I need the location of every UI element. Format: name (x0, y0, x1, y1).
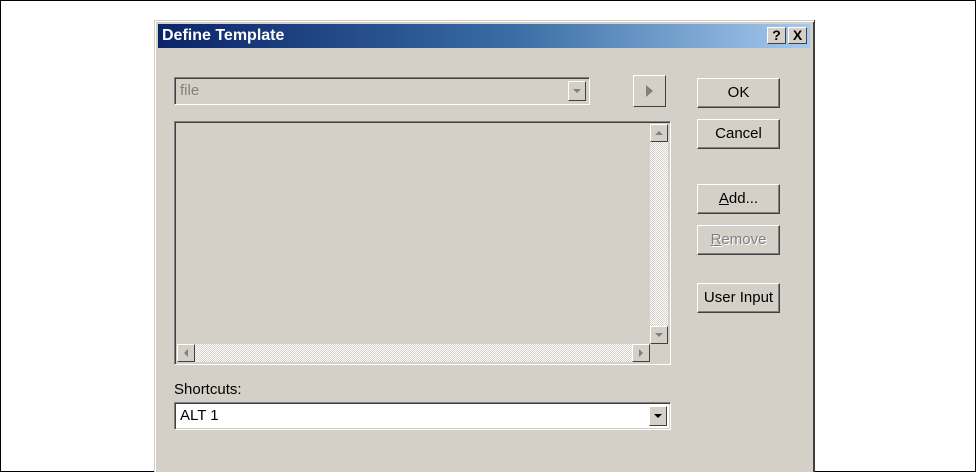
shortcuts-combo[interactable]: ALT 1 (174, 402, 671, 430)
cancel-label: Cancel (715, 125, 762, 142)
close-button[interactable]: X (788, 27, 807, 44)
play-icon (646, 85, 653, 97)
scroll-left-button[interactable] (177, 344, 195, 362)
chevron-down-icon (654, 414, 662, 418)
arrow-up-icon (655, 131, 663, 135)
user-input-label: User Input (703, 289, 774, 306)
chevron-down-icon (573, 89, 581, 93)
add-mnemonic: A (718, 190, 729, 207)
template-list[interactable] (174, 121, 671, 365)
arrow-left-icon (184, 349, 188, 357)
insert-button[interactable] (633, 75, 666, 107)
ok-button[interactable]: OK (697, 78, 780, 108)
arrow-right-icon (639, 349, 643, 357)
scroll-up-button[interactable] (650, 124, 668, 142)
vertical-scrollbar[interactable] (650, 124, 668, 344)
horizontal-scrollbar[interactable] (177, 344, 650, 362)
scroll-down-button[interactable] (650, 326, 668, 344)
add-button[interactable]: Add... (697, 184, 780, 214)
dialog-title: Define Template (162, 27, 285, 44)
shortcuts-dropdown-button[interactable] (649, 406, 667, 426)
template-type-dropdown-button[interactable] (568, 81, 586, 101)
add-label: dd... (728, 190, 759, 207)
remove-label: emove (721, 231, 767, 248)
remove-button[interactable]: Remove (697, 225, 780, 255)
help-icon: ? (772, 27, 781, 43)
define-template-dialog: Define Template ? X file OK Cancel Add..… (154, 20, 814, 472)
user-input-button[interactable]: User Input (697, 283, 780, 313)
close-icon: X (792, 27, 803, 43)
shortcuts-label: Shortcuts: (174, 381, 242, 398)
remove-mnemonic: R (710, 231, 722, 248)
help-button[interactable]: ? (767, 27, 786, 44)
template-type-value: file (180, 82, 200, 99)
ok-label: OK (727, 84, 750, 101)
scroll-corner (650, 344, 668, 362)
template-type-combo[interactable]: file (174, 77, 590, 105)
arrow-down-icon (655, 333, 663, 337)
shortcuts-value: ALT 1 (180, 407, 219, 424)
scroll-right-button[interactable] (632, 344, 650, 362)
title-bar[interactable]: Define Template ? X (158, 24, 810, 48)
cancel-button[interactable]: Cancel (697, 119, 780, 149)
